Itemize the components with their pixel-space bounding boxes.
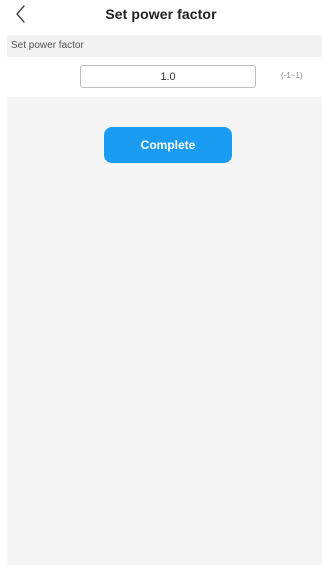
- range-hint: (-1~1): [281, 71, 303, 80]
- power-factor-row: (-1~1): [7, 57, 322, 97]
- set-power-factor-screen: Set power factor Set power factor (-1~1)…: [0, 0, 322, 565]
- top-bar: Set power factor: [0, 0, 322, 30]
- section-label: Set power factor: [11, 40, 84, 51]
- complete-button[interactable]: Complete: [104, 127, 232, 163]
- content-area: Complete: [7, 97, 322, 565]
- section-header: Set power factor: [7, 35, 322, 57]
- power-factor-input[interactable]: [80, 65, 256, 88]
- page-title: Set power factor: [105, 6, 217, 22]
